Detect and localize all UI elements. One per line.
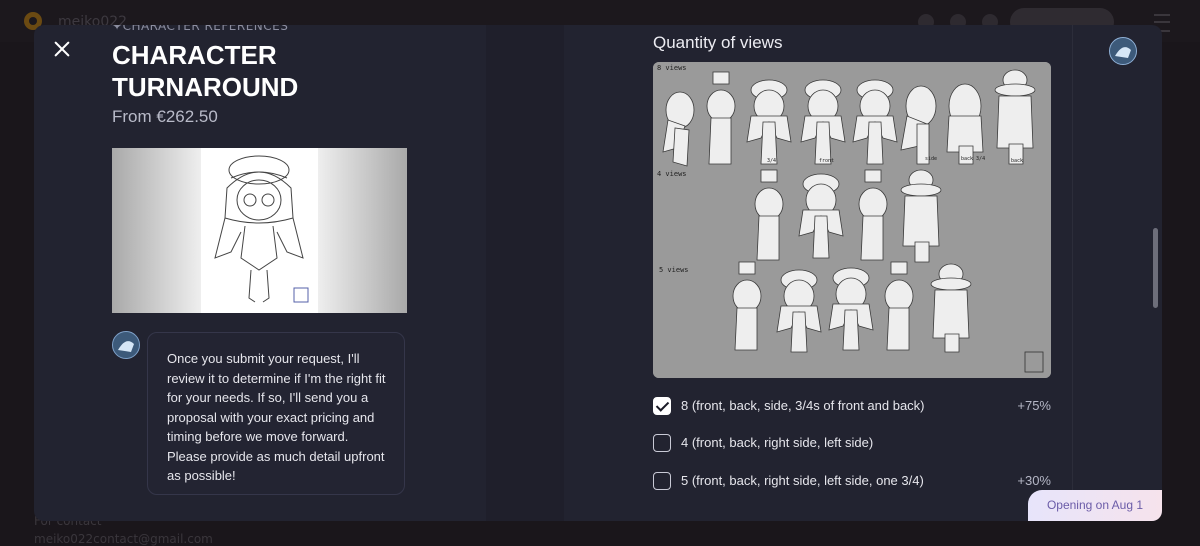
views-example-image[interactable]: 8 views 4 views 5 views 3/4 front side b… [653, 62, 1051, 378]
views-option-8[interactable]: 8 (front, back, side, 3/4s of front and … [653, 395, 1051, 419]
modal-right-column: Quantity of views 8 views 4 views 5 view… [564, 25, 1072, 521]
option-label: 5 (front, back, right side, left side, o… [681, 473, 924, 488]
row3-label: 5 views [659, 266, 689, 274]
commission-modal: ✦CHARACTER REFERENCES CHARACTER TURNAROU… [34, 25, 1162, 521]
caption-back: back [1011, 158, 1023, 164]
caption-three-quarter: 3/4 [767, 158, 776, 164]
opening-status-badge: Opening on Aug 1 [1028, 490, 1162, 521]
option-checkbox[interactable] [653, 434, 671, 452]
row2-label: 4 views [657, 170, 687, 178]
category-label: CHARACTER REFERENCES [122, 25, 289, 33]
opening-status-text: Opening on Aug 1 [1046, 498, 1144, 512]
views-option-4[interactable]: 4 (front, back, right side, left side) [653, 432, 1051, 456]
preview-sheet [201, 148, 318, 313]
page-title: CHARACTER TURNAROUND [112, 40, 299, 102]
option-price: +75% [1017, 398, 1051, 413]
close-icon[interactable] [50, 37, 74, 61]
modal-avatar-column [1072, 25, 1162, 521]
views-section-title: Quantity of views [653, 33, 783, 52]
views-option-5[interactable]: 5 (front, back, right side, left side, o… [653, 470, 1051, 494]
turnaround-sheet: 8 views 4 views 5 views 3/4 front side b… [653, 62, 1051, 378]
caption-side: side [925, 156, 937, 162]
option-checkbox[interactable] [653, 472, 671, 490]
sparkle-icon: ✦ [112, 25, 123, 33]
caption-front: front [819, 158, 834, 164]
category-eyebrow: ✦CHARACTER REFERENCES [112, 25, 288, 33]
character-sketch [214, 155, 309, 303]
row1-label: 8 views [657, 64, 687, 72]
option-label: 4 (front, back, right side, left side) [681, 435, 874, 450]
modal-divider-column [486, 25, 564, 521]
option-checkbox-checked[interactable] [653, 397, 671, 415]
artist-message-bubble: Once you submit your request, I'll revie… [147, 332, 405, 495]
modal-left-column: ✦CHARACTER REFERENCES CHARACTER TURNAROU… [34, 25, 486, 521]
artist-avatar [112, 331, 140, 359]
artist-avatar[interactable] [1109, 37, 1137, 65]
caption-back-three-quarter: back 3/4 [961, 156, 985, 162]
price-label: From €262.50 [112, 107, 218, 126]
option-label: 8 (front, back, side, 3/4s of front and … [681, 398, 925, 413]
artist-message-text: Once you submit your request, I'll revie… [167, 351, 386, 483]
scrollbar-thumb[interactable] [1153, 228, 1158, 308]
option-price: +30% [1017, 473, 1051, 488]
reference-preview-image[interactable] [112, 148, 407, 313]
